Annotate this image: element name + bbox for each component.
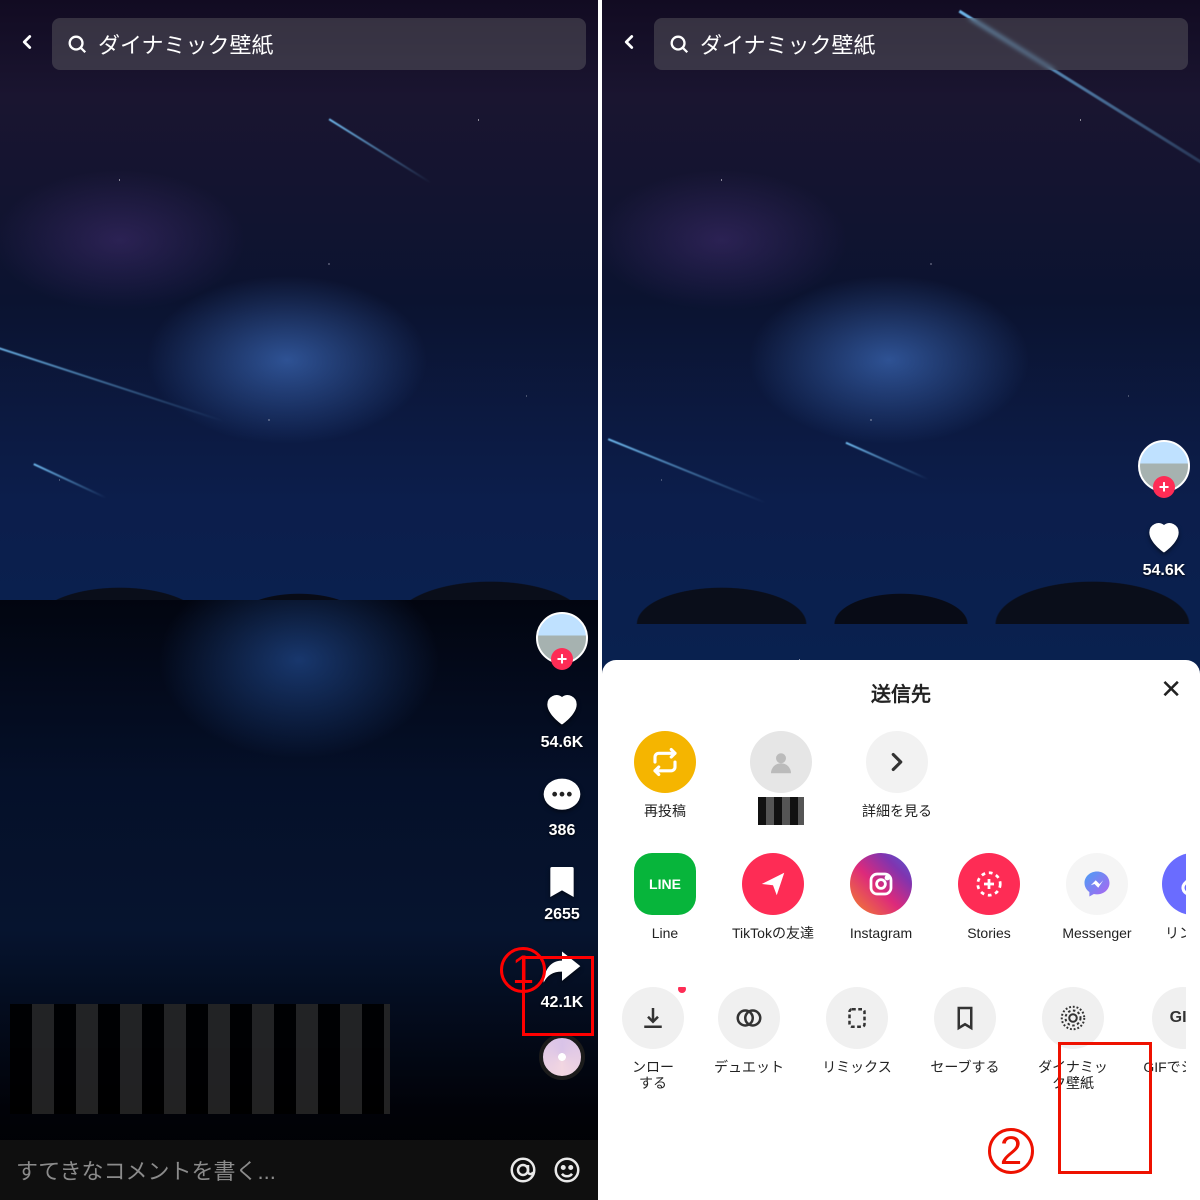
send-icon	[742, 853, 804, 915]
mention-icon[interactable]	[508, 1155, 538, 1185]
cell-label: Instagram	[850, 925, 912, 942]
bookmark-icon	[542, 862, 582, 902]
close-button[interactable]: ✕	[1160, 674, 1182, 705]
more-contacts-button[interactable]: 詳細を見る	[854, 731, 940, 825]
like-count: 54.6K	[1143, 562, 1186, 580]
comment-icon	[540, 774, 584, 818]
remix-icon	[826, 987, 888, 1049]
repost-button[interactable]: 再投稿	[622, 731, 708, 825]
top-bar: ダイナミック壁紙	[602, 18, 1188, 70]
share-line[interactable]: LINE Line	[622, 853, 708, 959]
sound-disc[interactable]	[539, 1034, 585, 1080]
duet-icon	[718, 987, 780, 1049]
search-bar[interactable]: ダイナミック壁紙	[654, 18, 1188, 70]
download-icon	[622, 987, 684, 1049]
share-copy-link[interactable]: リンクコピ	[1162, 853, 1186, 959]
heart-icon	[540, 686, 584, 730]
search-icon	[66, 33, 88, 55]
like-count: 54.6K	[541, 734, 584, 752]
share-instagram[interactable]: Instagram	[838, 853, 924, 959]
comment-count: 386	[549, 822, 576, 840]
profile-avatar[interactable]: +	[536, 612, 588, 664]
share-sheet: 送信先 ✕ 再投稿 詳細を見る	[602, 660, 1200, 1200]
comment-input[interactable]: すてきなコメントを書く...	[16, 1154, 494, 1186]
share-sheet-title: 送信先	[616, 678, 1186, 707]
search-bar[interactable]: ダイナミック壁紙	[52, 18, 586, 70]
screenshot-step-1: ダイナミック壁紙 + 54.6K 386 2655 42.1K 1 すてきなコメ…	[0, 0, 598, 1200]
cell-label: リンクコピ	[1162, 925, 1186, 959]
share-tiktok-friends[interactable]: TikTokの友達	[730, 853, 816, 959]
live-wallpaper-icon	[1042, 987, 1104, 1049]
chevron-left-icon	[16, 31, 38, 53]
like-button[interactable]: 54.6K	[1142, 514, 1186, 580]
comment-bar: すてきなコメントを書く...	[0, 1140, 598, 1200]
cell-label: デュエット	[714, 1059, 784, 1076]
action-download[interactable]: ンロー する	[622, 987, 684, 1093]
cell-label: リミックス	[822, 1059, 892, 1076]
callout-2-highlight	[1058, 1042, 1152, 1174]
instagram-icon	[850, 853, 912, 915]
share-contacts-row: 再投稿 詳細を見る	[616, 731, 1186, 825]
search-text: ダイナミック壁紙	[98, 28, 274, 60]
comment-button[interactable]: 386	[540, 774, 584, 840]
search-text: ダイナミック壁紙	[700, 28, 876, 60]
contact-button[interactable]	[738, 731, 824, 825]
stories-icon	[958, 853, 1020, 915]
action-save[interactable]: セーブする	[922, 987, 1008, 1093]
top-bar: ダイナミック壁紙	[0, 18, 586, 70]
back-button[interactable]	[612, 25, 646, 64]
cell-label: Line	[652, 925, 678, 942]
search-icon	[668, 33, 690, 55]
action-duet[interactable]: デュエット	[706, 987, 792, 1093]
callout-1: 1	[500, 947, 546, 993]
follow-icon[interactable]: +	[1153, 476, 1175, 498]
like-button[interactable]: 54.6K	[540, 686, 584, 752]
cell-label: Stories	[967, 925, 1011, 942]
caption-redacted	[10, 1004, 390, 1114]
back-button[interactable]	[10, 25, 44, 64]
save-count: 2655	[544, 906, 580, 924]
profile-avatar[interactable]: +	[1138, 440, 1190, 492]
emoji-icon[interactable]	[552, 1155, 582, 1185]
messenger-icon	[1066, 853, 1128, 915]
bookmark-icon	[934, 987, 996, 1049]
chevron-left-icon	[618, 31, 640, 53]
cell-label: TikTokの友達	[732, 925, 814, 942]
cell-label: 再投稿	[644, 803, 686, 820]
share-apps-row[interactable]: LINE Line TikTokの友達 Instagram Stories	[616, 853, 1186, 959]
video-mountains	[602, 534, 1200, 624]
gif-icon: GIF	[1152, 987, 1186, 1049]
repost-icon	[634, 731, 696, 793]
follow-icon[interactable]: +	[551, 648, 573, 670]
chevron-right-icon	[866, 731, 928, 793]
cell-label: セーブする	[930, 1059, 999, 1076]
callout-2: 2	[988, 1128, 1034, 1174]
save-button[interactable]: 2655	[542, 862, 582, 924]
cell-label: 詳細を見る	[862, 803, 932, 820]
cell-label: ンロー する	[632, 1059, 674, 1093]
user-icon	[750, 731, 812, 793]
link-icon	[1162, 853, 1186, 915]
share-stories[interactable]: Stories	[946, 853, 1032, 959]
screenshot-step-2: ダイナミック壁紙 + 54.6K 送信先 ✕ 再投稿	[602, 0, 1200, 1200]
heart-icon	[1142, 514, 1186, 558]
line-icon: LINE	[634, 853, 696, 915]
action-rail: + 54.6K	[1138, 440, 1190, 580]
contact-name-redacted	[758, 797, 804, 825]
action-remix[interactable]: リミックス	[814, 987, 900, 1093]
cell-label: Messenger	[1062, 925, 1131, 942]
share-messenger[interactable]: Messenger	[1054, 853, 1140, 959]
